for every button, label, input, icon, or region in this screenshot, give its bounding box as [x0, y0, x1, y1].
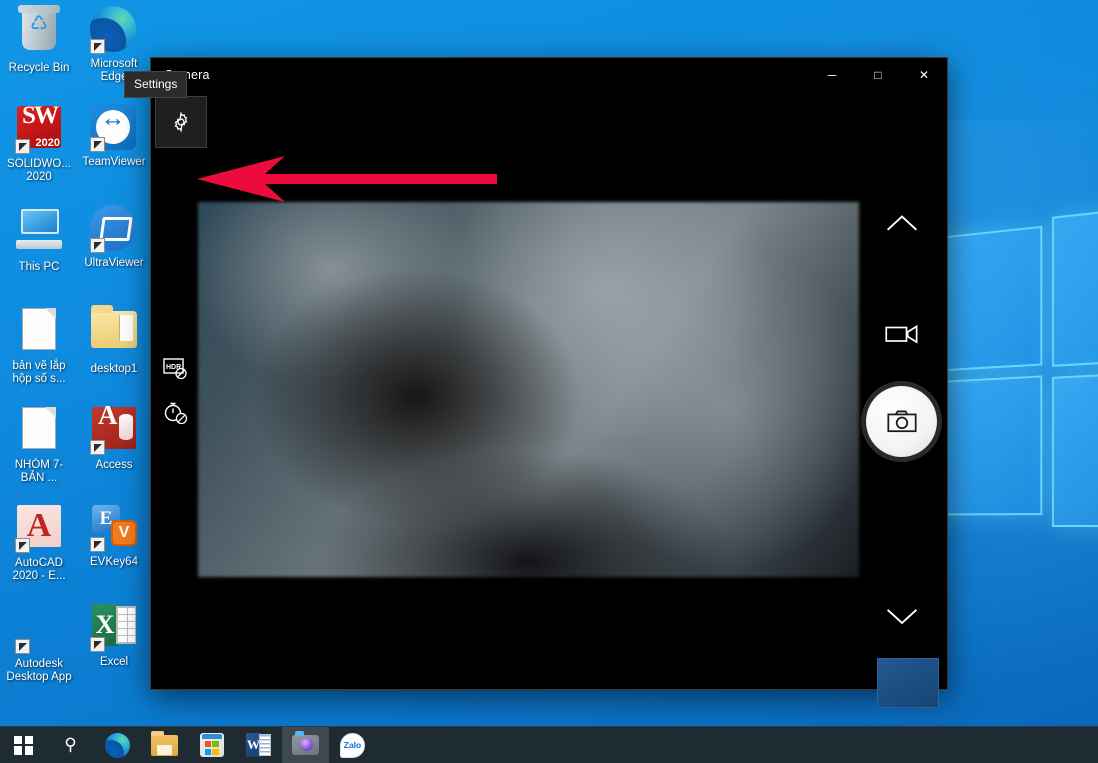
- microsoft-excel-icon: X: [90, 604, 138, 652]
- camera-left-toolbar: HDR: [151, 91, 199, 689]
- desktop-icon-label: NHÓM 7-BẢN ...: [14, 459, 64, 484]
- evkey-v-letter: V: [111, 520, 137, 546]
- desktop-icon-access[interactable]: A Access: [78, 400, 150, 472]
- video-mode-button[interactable]: [884, 319, 920, 349]
- recycle-bin-icon: [15, 5, 63, 58]
- chevron-up-icon: [886, 215, 918, 231]
- hdr-off-icon: HDR: [163, 358, 187, 380]
- taskbar-item-camera[interactable]: [282, 726, 329, 763]
- window-titlebar[interactable]: Camera ─ □ ✕: [151, 58, 947, 91]
- search-icon: ⚲: [64, 735, 77, 754]
- desktop-icon-label: bản vẽ lắp hộp số s...: [12, 360, 66, 385]
- chevron-up-button[interactable]: [884, 211, 920, 237]
- desktop-icon-label: This PC: [18, 261, 60, 273]
- desktop-icon-ban-ve-lap[interactable]: bản vẽ lắp hộp số s...: [3, 305, 75, 386]
- desktop-icon-this-pc[interactable]: This PC: [3, 205, 75, 274]
- chevron-down-icon: [886, 609, 918, 625]
- maximize-button[interactable]: □: [855, 58, 901, 91]
- gallery-thumbnail-button[interactable]: [877, 658, 939, 708]
- microsoft-access-icon: A: [90, 400, 138, 455]
- hdr-off-button[interactable]: HDR: [160, 353, 190, 383]
- folder-icon: [90, 305, 138, 359]
- desktop-icon-solidworks[interactable]: S W 2020 SOLIDWO... 2020: [3, 102, 75, 184]
- photo-timer-off-button[interactable]: [160, 397, 190, 427]
- teamviewer-icon: [90, 104, 138, 152]
- svg-text:HDR: HDR: [166, 364, 181, 371]
- desktop-icon-label: SOLIDWO... 2020: [7, 158, 71, 183]
- camera-live-preview: [198, 202, 859, 577]
- desktop-icon-label: desktop1: [90, 363, 138, 375]
- camera-right-toolbar: [857, 91, 947, 708]
- microsoft-store-icon: [199, 733, 224, 757]
- taskbar-item-word[interactable]: W: [235, 727, 282, 763]
- window-controls: ─ □ ✕: [809, 58, 947, 91]
- desktop-icon-label: UltraViewer: [84, 257, 144, 269]
- minimize-icon: ─: [827, 67, 837, 82]
- close-icon: ✕: [918, 67, 930, 82]
- desktop-icon-autocad[interactable]: AutoCAD 2020 - E...: [3, 502, 75, 583]
- autodesk-desktop-app-icon: [15, 606, 63, 654]
- microsoft-word-icon: W: [246, 733, 271, 757]
- desktop-icon-ultraviewer[interactable]: UltraViewer: [78, 205, 150, 270]
- video-camera-icon: [885, 324, 918, 344]
- desktop-icon-teamviewer[interactable]: TeamViewer: [78, 104, 150, 169]
- autocad-2020-icon: [15, 505, 63, 553]
- evkey64-icon: E V: [90, 504, 138, 552]
- taskbar-item-microsoft-edge[interactable]: [94, 727, 141, 763]
- taskbar-item-zalo[interactable]: Zalo: [329, 727, 376, 763]
- desktop-icon-excel[interactable]: X Excel: [78, 601, 150, 669]
- access-letter: A: [98, 400, 118, 430]
- desktop-icon-label: TeamViewer: [82, 156, 146, 168]
- taskbar-item-microsoft-store[interactable]: [188, 727, 235, 763]
- desktop-icon-label: AutoCAD 2020 - E...: [12, 557, 66, 582]
- ultraviewer-icon: [90, 205, 138, 253]
- desktop-screen: Recycle Bin Microsoft Edge S W 2020 SOLI…: [0, 0, 1098, 763]
- desktop-icon-autodesk-desktop-app[interactable]: Autodesk Desktop App: [3, 601, 75, 684]
- settings-tooltip: Settings: [124, 71, 188, 98]
- taskbar-start-button[interactable]: [0, 727, 47, 763]
- zalo-icon: Zalo: [340, 732, 365, 758]
- desktop-icon-grid: Recycle Bin Microsoft Edge S W 2020 SOLI…: [0, 0, 150, 700]
- camera-icon: [886, 410, 917, 433]
- solidworks-w-letter: W: [34, 102, 59, 129]
- desktop-icon-nhom-7[interactable]: NHÓM 7-BẢN ...: [3, 404, 75, 485]
- desktop-icon-label: EVKey64: [90, 556, 138, 568]
- windows-start-icon: [14, 735, 33, 755]
- document-icon: [15, 308, 63, 356]
- annotation-arrow-icon: [197, 156, 497, 202]
- taskbar: ⚲ W Zalo: [0, 726, 1098, 763]
- taskbar-search-button[interactable]: ⚲: [47, 727, 94, 763]
- chevron-down-button[interactable]: [884, 603, 920, 629]
- document-icon: [15, 407, 63, 455]
- tooltip-label: Settings: [134, 77, 178, 91]
- this-pc-icon: [15, 209, 63, 257]
- close-button[interactable]: ✕: [901, 58, 947, 91]
- taskbar-item-file-explorer[interactable]: [141, 727, 188, 763]
- camera-app-window: Camera ─ □ ✕ Settings: [124, 57, 948, 708]
- solidworks-year-badge: 2020: [35, 137, 60, 149]
- desktop-icon-evkey64[interactable]: E V EVKey64: [78, 502, 150, 569]
- solidworks-2020-icon: S W 2020: [15, 102, 63, 154]
- maximize-icon: □: [874, 67, 882, 82]
- minimize-button[interactable]: ─: [809, 58, 855, 91]
- timer-off-icon: [164, 402, 188, 425]
- desktop-icon-label: Access: [95, 459, 133, 471]
- file-explorer-icon: [151, 730, 178, 756]
- desktop-icon-label: Excel: [99, 656, 129, 668]
- desktop-icon-label: Autodesk Desktop App: [6, 658, 72, 683]
- desktop-icon-desktop1[interactable]: desktop1: [78, 305, 150, 376]
- microsoft-edge-icon: [90, 6, 138, 54]
- take-photo-button[interactable]: [866, 386, 937, 457]
- desktop-icon-recycle-bin[interactable]: Recycle Bin: [3, 5, 75, 75]
- microsoft-edge-icon: [105, 732, 130, 758]
- desktop-icon-label: Recycle Bin: [8, 62, 70, 74]
- camera-icon: [292, 731, 319, 755]
